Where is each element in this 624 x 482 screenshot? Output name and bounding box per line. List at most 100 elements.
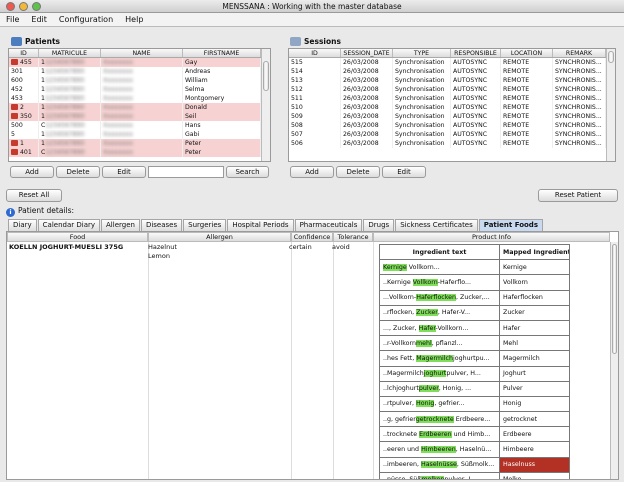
patient-foods-table[interactable]: Food Allergen Confidence Tolerance Produ… [6,231,619,480]
session-location-cell: REMOTE [501,103,553,112]
patient-foods-scrollbar[interactable] [610,242,618,479]
patient-id-cell: 453 [9,94,39,103]
zoom-window-button[interactable] [32,2,41,11]
patients-edit-button[interactable]: Edit [102,166,146,178]
table-row[interactable]: 514 26/03/2008 Synchronisation AUTOSYNC REMO… [289,67,606,76]
column-divider [373,242,374,479]
col-header-allergen[interactable]: Allergen [148,232,291,242]
table-row[interactable]: 301 11234567890 Xxxxxxxx Andreas [9,67,261,76]
col-header-type[interactable]: TYPE [393,49,451,57]
tab-pharmaceuticals[interactable]: Pharmaceuticals [294,219,363,231]
table-row[interactable]: 1 11234567890 Xxxxxxxx Peter [9,139,261,148]
patients-add-button[interactable]: Add [10,166,54,178]
col-header-food[interactable]: Food [7,232,148,242]
tab-diary[interactable]: Diary [8,219,37,231]
ingredient-row[interactable]: Kernige Vollkorn... Kernige [379,259,570,276]
ingredient-row[interactable]: ..trocknete Erdbeeren und Himb... Erdbeer… [379,426,570,443]
patient-details-label: i Patient details: [6,206,74,217]
table-row[interactable]: 2 11234567890 Xxxxxxxx Donald [9,103,261,112]
table-row[interactable]: 513 26/03/2008 Synchronisation AUTOSYNC REMO… [289,76,606,85]
tab-hospital-periods[interactable]: Hospital Periods [227,219,294,231]
sessions-scroll-thumb[interactable] [608,51,614,63]
reset-all-button[interactable]: Reset All [6,189,62,202]
ingredient-row[interactable]: ..hes Fett, Magermilchjoghurtpu... Magerm… [379,350,570,367]
menu-edit[interactable]: Edit [25,13,53,27]
table-row[interactable]: 600 11234567890 Xxxxxxxx William [9,76,261,85]
col-header-name[interactable]: NAME [101,49,183,57]
sessions-scrollbar[interactable] [606,49,615,161]
sessions-edit-button[interactable]: Edit [382,166,426,178]
close-window-button[interactable] [6,2,15,11]
col-header-session-id[interactable]: ID [289,49,341,57]
session-type-cell: Synchronisation [393,76,451,85]
table-row[interactable]: 500 C1234567890 Xxxxxxxx Hans [9,121,261,130]
table-row[interactable]: 508 26/03/2008 Synchronisation AUTOSYNC REMO… [289,121,606,130]
ingredient-row[interactable]: ..imbeeren, Haselnüsse, Süßmolk... Haseln… [379,456,570,473]
allergy-warning-icon [11,59,18,65]
allergy-warning-icon [11,149,18,155]
patients-scroll-thumb[interactable] [263,61,269,91]
reset-patient-button[interactable]: Reset Patient [538,189,618,202]
menu-file[interactable]: File [0,13,25,27]
tab-sickness-certificates[interactable]: Sickness Certificates [395,219,478,231]
table-row[interactable]: 511 26/03/2008 Synchronisation AUTOSYNC REMO… [289,94,606,103]
table-row[interactable]: 452 11234567890 Xxxxxxxx Selma [9,85,261,94]
table-row[interactable]: 350 11234567890 Xxxxxxxx Seil [9,112,261,121]
tab-diseases[interactable]: Diseases [140,219,183,231]
patients-search-input[interactable] [148,166,224,178]
table-row[interactable]: 401 C1234567890 Xxxxxxxx Peter [9,148,261,157]
table-row[interactable]: 512 26/03/2008 Synchronisation AUTOSYNC REMO… [289,85,606,94]
ingredient-row[interactable]: ..r-Vollkornmehl, pflanzl... Mehl [379,335,570,352]
table-row[interactable]: 455 11234567890 Xxxxxxxx Gay [9,58,261,67]
tab-patient-foods[interactable]: Patient Foods [478,219,543,231]
col-header-confidence[interactable]: Confidence [291,232,333,242]
col-header-responsible[interactable]: RESPONSIBLE [451,49,501,57]
ingredient-highlight: molken [421,476,445,479]
ingredient-row[interactable]: ..rtpulver, Honig, gefrier... Honig [379,395,570,413]
tab-calendar-diary[interactable]: Calendar Diary [37,219,101,231]
ingredient-row[interactable]: ..rflocken, Zucker, Hafer-V... Zucker [379,304,570,321]
tab-surgeries[interactable]: Surgeries [183,219,227,231]
col-header-firstname[interactable]: FIRSTNAME [183,49,261,57]
col-header-product-info[interactable]: Product Info [373,232,610,242]
ingredient-row[interactable]: ...Vollkorn-Haferflocken, Zucker,... Hafe… [379,289,570,306]
sessions-delete-button[interactable]: Delete [336,166,380,178]
patients-delete-button[interactable]: Delete [56,166,100,178]
table-row[interactable]: 510 26/03/2008 Synchronisation AUTOSYNC REMO… [289,103,606,112]
mapped-ingredient-cell: Vollkorn [499,274,570,291]
ingredient-row[interactable]: ..Magermilchjoghurtpulver, H... Joghurt [379,365,570,382]
col-header-remark[interactable]: REMARK [553,49,606,57]
redacted-matricule: 1234567890 [44,77,85,84]
col-header-session-date[interactable]: SESSION_DATE [341,49,393,57]
col-header-location[interactable]: LOCATION [501,49,553,57]
table-row[interactable]: 5 11234567890 Xxxxxxxx Gabi [9,130,261,139]
col-header-id[interactable]: ID [9,49,39,57]
col-header-tolerance[interactable]: Tolerance [333,232,373,242]
tab-drugs[interactable]: Drugs [363,219,395,231]
table-row[interactable]: 509 26/03/2008 Synchronisation AUTOSYNC REMO… [289,112,606,121]
sessions-table[interactable]: ID SESSION_DATE TYPE RESPONSIBLE LOCATIO… [288,48,616,162]
ingredient-prefix: ..Kernige [383,278,413,286]
menu-configuration[interactable]: Configuration [53,13,119,27]
sessions-add-button[interactable]: Add [290,166,334,178]
minimize-window-button[interactable] [19,2,28,11]
ingredient-row[interactable]: ..lchjoghurtpulver, Honig, ... Pulver [379,380,570,397]
table-row[interactable]: 507 26/03/2008 Synchronisation AUTOSYNC REMO… [289,130,606,139]
ingredient-row[interactable]: ..g, gefriergetrocknete Erdbeere... getro… [379,411,570,428]
patient-id: 600 [11,77,23,84]
tab-allergen[interactable]: Allergen [101,219,140,231]
ingredient-row[interactable]: ..Kernige Vollkorn-Haferflo... Vollkorn [379,274,570,291]
ingredient-row[interactable]: ..eeren und Himbeeren, Haselnü... Himbeer… [379,441,570,458]
col-header-matricule[interactable]: MATRICULE [39,49,101,57]
table-row[interactable]: 453 11234567890 Xxxxxxxx Montgomery [9,94,261,103]
ingredient-row[interactable]: ..., Zucker, Hafer-Vollkorn... Hafer [379,319,570,337]
ingredient-row[interactable]: ..nüsse, Süßmolkenpulver, L... Molke [379,471,570,479]
redacted-matricule: 1234567890 [45,122,85,129]
patients-search-button[interactable]: Search [226,166,269,178]
patients-table[interactable]: ID MATRICULE NAME FIRSTNAME 455 112345678… [8,48,271,162]
table-row[interactable]: 506 26/03/2008 Synchronisation AUTOSYNC REMO… [289,139,606,148]
menu-help[interactable]: Help [119,13,149,27]
patient-foods-scroll-thumb[interactable] [612,244,617,354]
table-row[interactable]: 515 26/03/2008 Synchronisation AUTOSYNC REMO… [289,58,606,67]
patients-scrollbar[interactable] [261,49,270,161]
